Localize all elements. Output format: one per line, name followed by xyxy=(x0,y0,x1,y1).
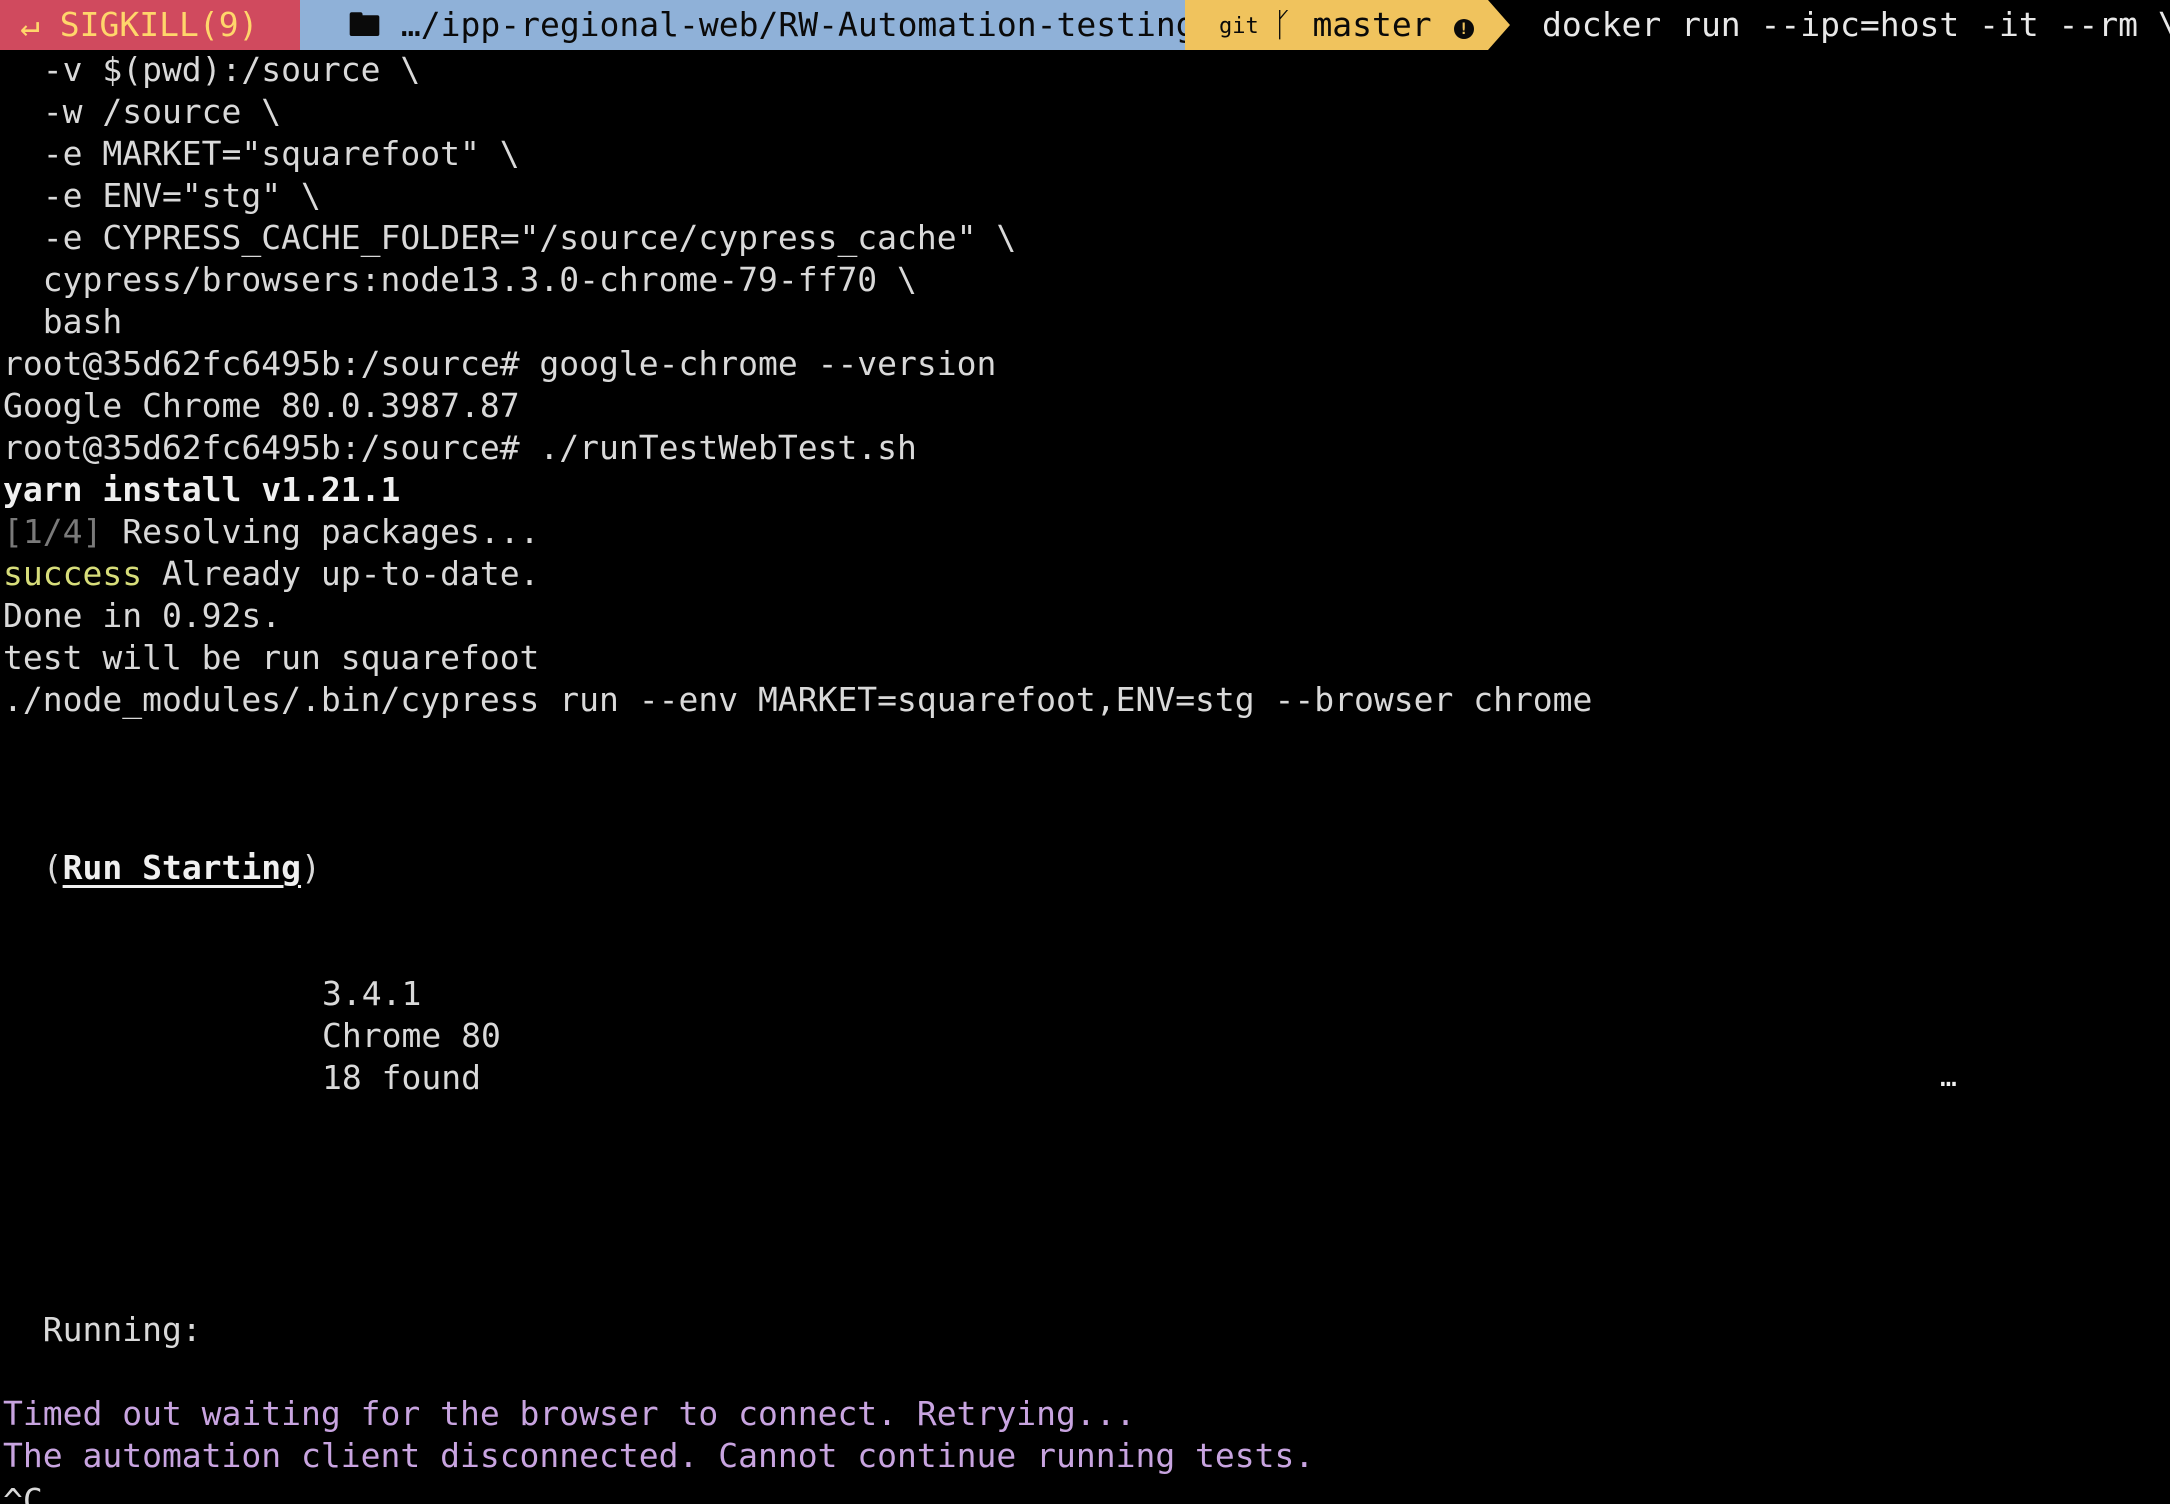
output-line: cypress/browsers:node13.3.0-chrome-79-ff… xyxy=(3,260,917,299)
truncation-ellipsis: … xyxy=(1940,1060,1957,1093)
warning-icon: ! xyxy=(1453,19,1474,39)
branch-name: master xyxy=(1312,5,1432,44)
segment-separator xyxy=(1488,0,1510,50)
folder-icon: 🖿 xyxy=(348,5,381,44)
output-line: yarn install v1.21.1 xyxy=(3,470,401,509)
output-line: bash xyxy=(3,302,123,341)
git-segment: git ᚴ master! xyxy=(1185,0,1488,50)
error-line: Timed out waiting for the browser to con… xyxy=(3,1394,1136,1433)
exit-status-segment: ↵ SIGKILL(9) xyxy=(0,0,300,50)
shell-prompt-line: root@35d62fc6495b:/source# ./runTestWebT… xyxy=(3,428,917,467)
interrupt-line[interactable]: ^C xyxy=(3,1480,43,1504)
output-line: ./node_modules/.bin/cypress run --env MA… xyxy=(3,680,1593,719)
output-line: -e CYPRESS_CACHE_FOLDER="/source/cypress… xyxy=(3,218,1017,257)
path-segment: 🖿 …/ipp-regional-web/RW-Automation-testi… xyxy=(300,0,1196,50)
browser-value: Chrome 80 xyxy=(322,1016,501,1055)
exit-status-text: SIGKILL(9) xyxy=(59,5,259,44)
output-line: [1/4] Resolving packages... xyxy=(3,511,539,553)
branch-icon: ᚴ xyxy=(1272,5,1293,44)
output-line: -w /source \ xyxy=(3,92,282,131)
error-line: The automation client disconnected. Cann… xyxy=(3,1436,1315,1475)
run-starting-heading: (Run Starting) xyxy=(3,847,321,889)
prompt-bar: ↵ SIGKILL(9) 🖿 …/ipp-regional-web/RW-Aut… xyxy=(0,0,2170,50)
paren-close: ) xyxy=(301,848,321,887)
terminal-window[interactable]: ↵ SIGKILL(9) 🖿 …/ipp-regional-web/RW-Aut… xyxy=(0,0,2170,1504)
output-line: Google Chrome 80.0.3987.87 xyxy=(3,386,520,425)
return-arrow-icon: ↵ xyxy=(20,5,40,44)
cypress-version-value: 3.4.1 xyxy=(322,974,422,1013)
output-line: Done in 0.92s. xyxy=(3,596,282,635)
command-line-first: docker run --ipc=host -it --rm \ xyxy=(1542,5,2170,44)
output-line: test will be run squarefoot xyxy=(3,638,540,677)
current-path: …/ipp-regional-web/RW-Automation-testing xyxy=(400,5,1196,44)
output-line: -e MARKET="squarefoot" \ xyxy=(3,134,520,173)
step-text: Resolving packages... xyxy=(102,512,540,551)
running-label: Running: xyxy=(3,1310,202,1349)
git-label: git xyxy=(1219,14,1259,39)
success-label: success xyxy=(3,554,143,593)
run-starting-title: Run Starting xyxy=(62,848,302,887)
output-line: -v $(pwd):/source \ xyxy=(3,50,421,89)
paren-open: ( xyxy=(3,848,63,887)
success-text: Already up-to-date. xyxy=(142,554,540,593)
specs-value: 18 found xyxy=(322,1058,481,1097)
step-counter: [1/4] xyxy=(3,512,103,551)
shell-prompt-line: root@35d62fc6495b:/source# google-chrome… xyxy=(3,344,997,383)
output-line: -e ENV="stg" \ xyxy=(3,176,321,215)
output-line: success Already up-to-date. xyxy=(3,553,539,595)
